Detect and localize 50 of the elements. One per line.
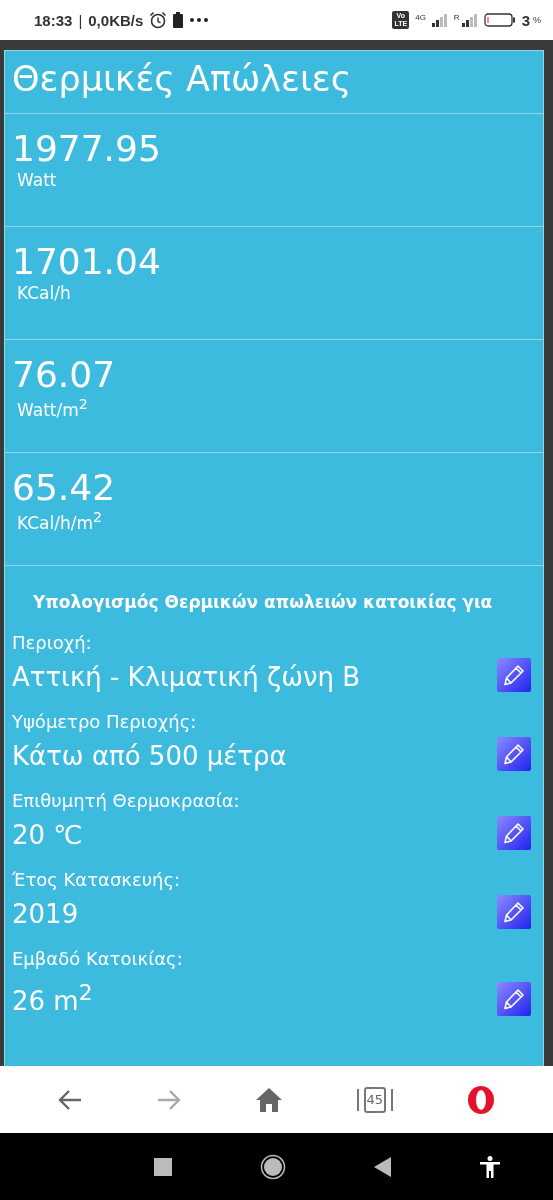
- pencil-icon: [503, 822, 525, 844]
- edit-button[interactable]: [497, 658, 531, 692]
- separator-text: |: [78, 11, 83, 29]
- edit-button[interactable]: [497, 816, 531, 850]
- field-value: Κάτω από 500 μέτρα: [12, 740, 288, 773]
- page-title: Θερμικές Απώλειες: [5, 51, 543, 114]
- pencil-icon: [503, 664, 525, 686]
- percent-sign: %: [533, 15, 541, 25]
- accessibility-icon[interactable]: [480, 1155, 500, 1178]
- back-triangle-icon[interactable]: [374, 1156, 392, 1177]
- network-type: 4G: [415, 13, 426, 22]
- home-circle-icon[interactable]: [260, 1153, 286, 1180]
- section-heading: Υπολογισμός Θερμικών απωλειών κατοικίας για: [32, 591, 494, 614]
- edit-button[interactable]: [497, 981, 531, 1016]
- roaming-indicator: R: [453, 13, 460, 22]
- battery-icon: [483, 13, 516, 27]
- alarm-clock-icon: [149, 11, 168, 29]
- pencil-icon: [503, 743, 525, 765]
- back-arrow-icon[interactable]: [56, 1087, 83, 1112]
- more-icon: [189, 17, 210, 23]
- result-value: 1977.95: [12, 128, 162, 170]
- result-unit: Watt/m$^{2}$: [16, 396, 89, 420]
- network-speed: 0,0KB/s: [88, 11, 144, 29]
- field-label: Επιθυμητή Θερμοκρασία:: [12, 789, 241, 813]
- result-value: 1701.04: [12, 241, 162, 283]
- field-value: 20 ℃: [12, 819, 84, 852]
- signal-icon: [459, 13, 478, 27]
- recents-icon[interactable]: [154, 1157, 172, 1176]
- battery-icon: [173, 12, 184, 28]
- result-value: 65.42: [12, 467, 117, 509]
- result-value: 76.07: [12, 354, 117, 396]
- pencil-icon: [503, 987, 525, 1010]
- field-value: 26 m$^{2}$: [12, 979, 94, 1018]
- field-label: Περιοχή:: [12, 631, 93, 655]
- edit-button[interactable]: [497, 737, 531, 771]
- result-unit: KCal/h: [16, 283, 72, 303]
- field-label: Εμβαδό Κατοικίας:: [12, 947, 184, 971]
- field-label: Υψόμετρο Περιοχής:: [12, 710, 198, 734]
- tabs-button[interactable]: 45: [356, 1084, 393, 1115]
- battery-percent: 3: [521, 11, 530, 29]
- result-unit: KCal/h/m$^{2}$: [16, 509, 104, 533]
- result-unit: Watt: [16, 170, 58, 190]
- field-value: Αττική - Κλιματική ζώνη Β: [12, 661, 362, 694]
- clock-time: 18:33: [34, 11, 73, 29]
- edit-button[interactable]: [497, 895, 531, 929]
- field-label: Έτος Κατασκευής:: [12, 868, 182, 892]
- home-icon[interactable]: [255, 1086, 284, 1113]
- field-value: 2019: [12, 898, 80, 931]
- opera-logo-icon[interactable]: [466, 1084, 497, 1115]
- pencil-icon: [503, 901, 525, 923]
